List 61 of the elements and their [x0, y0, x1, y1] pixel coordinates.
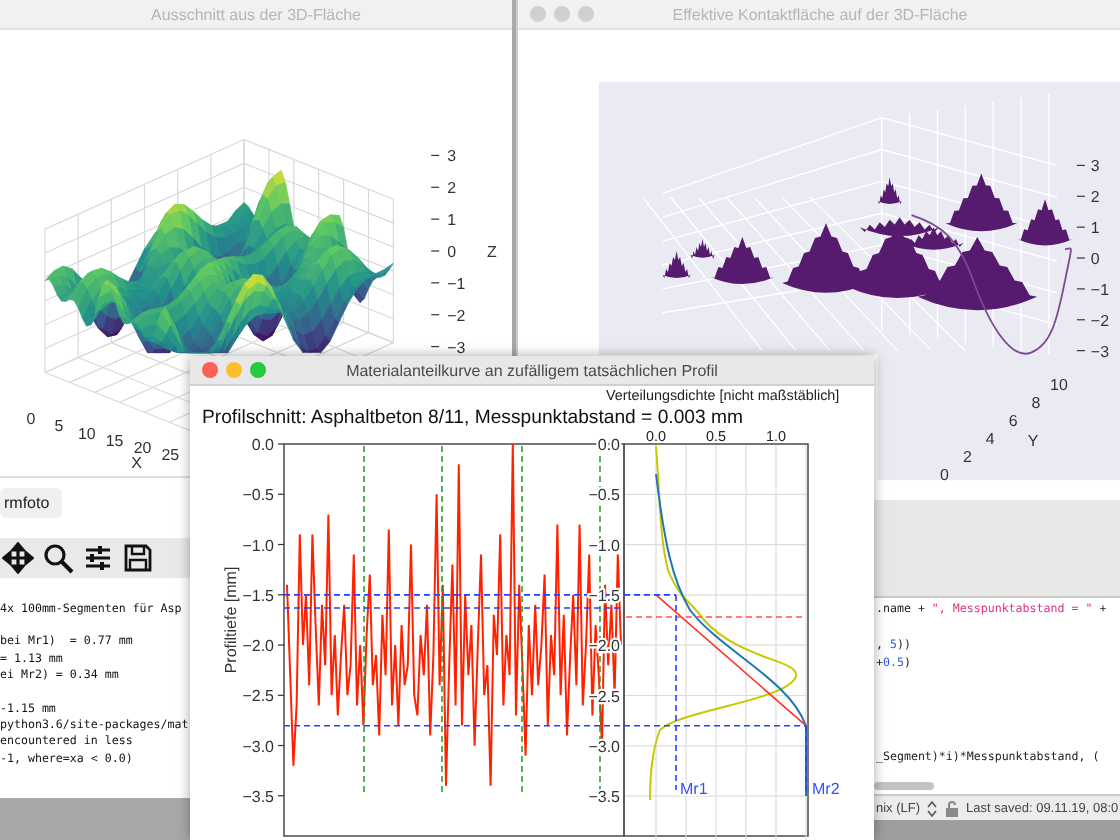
tick-label: −3.5 — [588, 788, 620, 807]
tick-label: 3 — [447, 147, 456, 166]
tick-label: 0 — [1090, 250, 1100, 268]
tick-label: −0.5 — [242, 486, 274, 505]
tick-label: 0 — [447, 243, 456, 261]
window-title: Ausschnitt aus der 3D-Fläche — [151, 5, 361, 23]
tick-label: 0 — [26, 410, 36, 429]
tick-label: −1 — [447, 274, 466, 293]
close-button[interactable] — [202, 362, 218, 378]
axis-label: Z — [486, 243, 497, 261]
tick-label: 25 — [161, 446, 180, 465]
tick-label: 5 — [54, 417, 64, 436]
tick-label: 3 — [1090, 157, 1100, 176]
tick-label: 10 — [1050, 376, 1068, 395]
tick-label: −3 — [1090, 342, 1109, 361]
tick-label: −2.0 — [242, 637, 274, 656]
minimize-button[interactable] — [226, 362, 242, 378]
window-title: Effektive Kontaktfläche auf der 3D-Fläche — [672, 5, 968, 23]
tick-label: 8 — [1031, 394, 1041, 413]
axis-label: Profiltiefe [mm] — [222, 566, 240, 674]
tick-label: −1.5 — [242, 586, 274, 605]
save-icon[interactable] — [122, 542, 154, 574]
photo-button[interactable]: rmfoto — [0, 487, 62, 517]
tick-label: 6 — [1008, 412, 1018, 431]
close-button[interactable] — [530, 6, 546, 22]
figure-title: Profilschnitt: Asphaltbeton 8/11, Messpunktabstand = 0.003 mm — [202, 407, 743, 429]
tick-label: 2 — [1090, 188, 1100, 207]
zoom-button[interactable] — [250, 362, 266, 378]
tick-label: −2 — [447, 306, 466, 325]
tick-label: 2 — [447, 179, 456, 198]
tick-label: 15 — [105, 431, 124, 450]
tick-label: −0.5 — [588, 486, 620, 505]
minimize-button[interactable] — [554, 6, 570, 22]
sliders-icon[interactable] — [82, 542, 114, 574]
search-icon[interactable] — [42, 542, 74, 574]
axis-label: X — [131, 454, 142, 473]
tick-label: 4 — [985, 430, 995, 449]
move-icon[interactable] — [2, 542, 34, 574]
marker-label: Mr2 — [812, 780, 840, 798]
tick-label: −3.5 — [242, 787, 274, 806]
tick-label: 0.0 — [251, 436, 274, 454]
tick-label: 20 — [133, 438, 152, 457]
zoom-button[interactable] — [578, 6, 594, 22]
lock-icon[interactable] — [944, 799, 961, 817]
window-title: Materialanteilkurve an zufälligem tatsächlichen Profil — [346, 361, 718, 379]
tick-label: 2 — [962, 448, 972, 467]
tick-label: 0 — [940, 466, 949, 485]
tick-label: −3 — [447, 338, 466, 357]
axis-label: Y — [1027, 432, 1039, 451]
scrollbar[interactable] — [874, 782, 934, 790]
tick-label: 1 — [1090, 219, 1100, 238]
tick-label: 10 — [77, 424, 96, 443]
marker-label: Mr1 — [680, 780, 708, 798]
tick-label: 1 — [447, 211, 456, 230]
tick-label: −1 — [1090, 280, 1109, 299]
tick-label: −3.0 — [242, 737, 274, 756]
tick-label: −2 — [1090, 311, 1109, 330]
tick-label: −1.0 — [242, 536, 274, 555]
tick-label: −1.0 — [588, 536, 620, 555]
tick-label: −2.5 — [242, 687, 274, 706]
stepper-icon[interactable] — [926, 799, 939, 817]
